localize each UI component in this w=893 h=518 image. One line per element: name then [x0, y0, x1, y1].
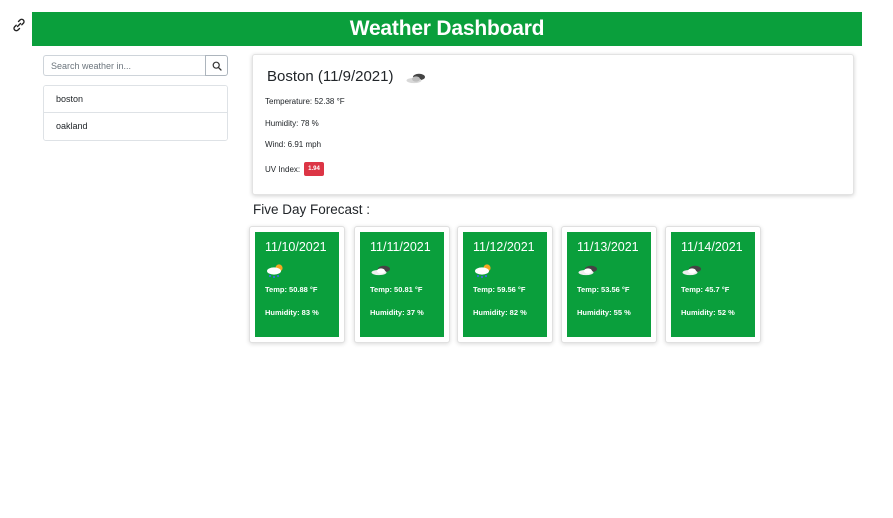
current-humidity: Humidity: 78 %	[265, 119, 319, 128]
forecast-temp: Temp: 50.81 °F	[370, 284, 423, 294]
current-weather-card: Boston (11/9/2021) Temperature: 52.38 °F…	[252, 54, 854, 195]
forecast-date: 11/13/2021	[577, 240, 639, 254]
cloud-icon	[682, 265, 701, 275]
search-history-list: boston oakland	[43, 85, 228, 141]
forecast-card-body: 11/10/2021 Temp: 50.88 °F Humidity: 83 %	[255, 232, 339, 337]
forecast-card: 11/10/2021 Temp: 50.88 °F Humidity: 83 %	[249, 226, 345, 343]
forecast-card-body: 11/14/2021 Temp: 45.7 °F Humidity: 52 %	[671, 232, 755, 337]
uv-label: UV Index:	[265, 164, 301, 174]
forecast-humidity: Humidity: 37 %	[370, 307, 424, 317]
search-button[interactable]	[205, 55, 228, 76]
rain-sun-icon	[267, 263, 283, 278]
link-icon[interactable]	[11, 17, 27, 33]
rain-sun-icon	[475, 263, 491, 278]
current-uv: UV Index: 1.94	[265, 162, 324, 176]
app-header: Weather Dashboard	[32, 12, 862, 46]
forecast-humidity: Humidity: 52 %	[681, 307, 735, 317]
forecast-date: 11/10/2021	[265, 240, 327, 254]
search-input[interactable]	[43, 55, 205, 76]
history-item-oakland[interactable]: oakland	[44, 113, 227, 140]
search-icon	[212, 61, 222, 71]
search-bar	[43, 55, 228, 76]
forecast-humidity: Humidity: 55 %	[577, 307, 631, 317]
current-weather-heading: Boston (11/9/2021)	[267, 68, 427, 85]
forecast-card: 11/13/2021 Temp: 53.56 °F Humidity: 55 %	[561, 226, 657, 343]
cloud-icon	[578, 265, 597, 275]
current-temperature: Temperature: 52.38 °F	[265, 97, 345, 106]
forecast-heading: Five Day Forecast :	[253, 202, 371, 217]
forecast-date: 11/14/2021	[681, 240, 743, 254]
forecast-card-body: 11/13/2021 Temp: 53.56 °F Humidity: 55 %	[567, 232, 651, 337]
forecast-date: 11/12/2021	[473, 240, 535, 254]
uv-badge: 1.94	[304, 162, 324, 176]
forecast-date: 11/11/2021	[370, 240, 431, 254]
forecast-temp: Temp: 50.88 °F	[265, 284, 318, 294]
forecast-card-body: 11/11/2021 Temp: 50.81 °F Humidity: 37 %	[360, 232, 444, 337]
current-city-date: Boston (11/9/2021)	[267, 68, 394, 85]
cloud-icon	[406, 73, 426, 83]
forecast-temp: Temp: 59.56 °F	[473, 284, 526, 294]
forecast-temp: Temp: 53.56 °F	[577, 284, 630, 294]
forecast-card: 11/14/2021 Temp: 45.7 °F Humidity: 52 %	[665, 226, 761, 343]
forecast-humidity: Humidity: 83 %	[265, 307, 319, 317]
page-title: Weather Dashboard	[349, 17, 545, 40]
history-item-boston[interactable]: boston	[44, 86, 227, 113]
forecast-card: 11/12/2021 Temp: 59.56 °F Humidity: 82 %	[457, 226, 553, 343]
forecast-card: 11/11/2021 Temp: 50.81 °F Humidity: 37 %	[354, 226, 450, 343]
forecast-card-body: 11/12/2021 Temp: 59.56 °F Humidity: 82 %	[463, 232, 547, 337]
current-wind: Wind: 6.91 mph	[265, 140, 322, 149]
forecast-temp: Temp: 45.7 °F	[681, 284, 730, 294]
cloud-icon	[371, 265, 390, 275]
forecast-humidity: Humidity: 82 %	[473, 307, 527, 317]
